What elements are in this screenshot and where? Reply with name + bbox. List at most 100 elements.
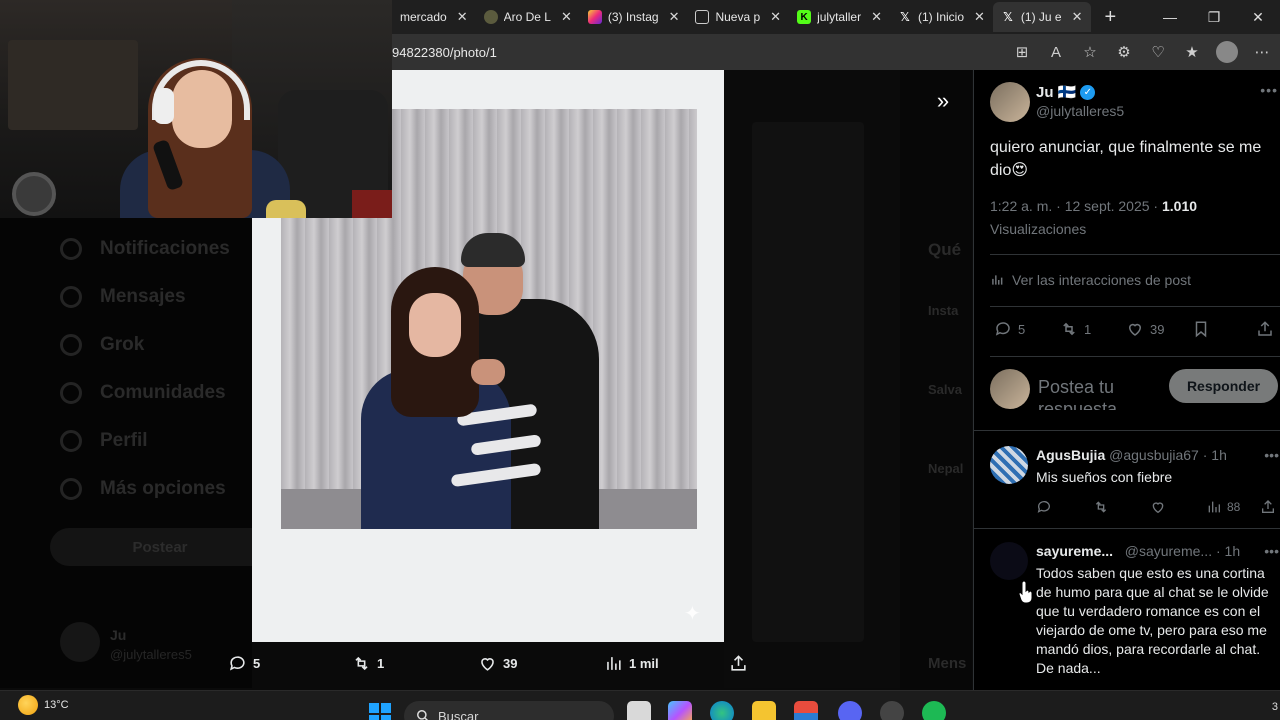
- minimize-icon[interactable]: —: [1148, 0, 1192, 34]
- photo-share-button[interactable]: [729, 654, 748, 673]
- my-avatar: [990, 369, 1030, 409]
- tweet-text: quiero anunciar, que finalmente se me di…: [990, 139, 1262, 179]
- reply-reply-button[interactable]: [1036, 499, 1052, 515]
- like-button[interactable]: 39: [1126, 320, 1164, 338]
- favorite-star-icon[interactable]: ☆: [1080, 42, 1100, 62]
- reply-share-button[interactable]: [1260, 499, 1276, 515]
- browser-essentials-icon[interactable]: ♡: [1148, 42, 1168, 62]
- views-icon: [607, 657, 621, 670]
- close-icon[interactable]: ✕: [1072, 9, 1083, 25]
- close-icon[interactable]: ✕: [561, 9, 572, 25]
- tab-aro[interactable]: Aro De L ✕: [476, 2, 580, 32]
- author-avatar[interactable]: [990, 82, 1030, 122]
- close-icon[interactable]: ✕: [457, 9, 468, 25]
- app-available-icon[interactable]: ⊞: [1012, 42, 1032, 62]
- start-button[interactable]: [369, 703, 391, 720]
- store-icon[interactable]: [794, 701, 818, 720]
- window-close-icon[interactable]: ✕: [1236, 0, 1280, 34]
- weather-widget[interactable]: 13°C: [18, 695, 69, 715]
- reply-author-name: AgusBujia: [1036, 447, 1106, 463]
- photo-repost-button[interactable]: 1: [352, 654, 384, 673]
- bg-user-name: Ju: [110, 627, 127, 643]
- more-menu-icon[interactable]: ⋯: [1252, 42, 1272, 62]
- author-name-row[interactable]: Ju 🇫🇮 ✓: [1036, 83, 1096, 101]
- maximize-icon[interactable]: ❐: [1192, 0, 1236, 34]
- more-options-icon[interactable]: •••: [1260, 82, 1278, 98]
- reply-input[interactable]: Postea tu respuesta: [1038, 376, 1158, 410]
- edge-icon[interactable]: [710, 701, 734, 720]
- tab-instagram[interactable]: (3) Instag ✕: [580, 2, 688, 32]
- favorites-icon[interactable]: ★: [1182, 42, 1202, 62]
- tweet-time: 1:22 a. m. · 12 sept. 2025 ·: [990, 198, 1162, 214]
- copilot-icon[interactable]: [668, 701, 692, 720]
- taskbar-corner-text: 3: [1271, 701, 1278, 713]
- photo-views-button[interactable]: 1 mil: [604, 654, 659, 673]
- browser-tab-strip: mercado ✕ Aro De L ✕ (3) Instag ✕ Nueva …: [392, 0, 1280, 34]
- close-icon[interactable]: ✕: [770, 9, 781, 25]
- like-count: 39: [1150, 321, 1165, 337]
- bg-nav-label: Mensajes: [100, 286, 186, 307]
- reply-button[interactable]: 5: [994, 320, 1025, 338]
- verified-badge-icon: ✓: [1080, 84, 1096, 100]
- windows-taskbar: 13°C Buscar 3: [0, 690, 1280, 720]
- tab-new-page[interactable]: Nueva p ✕: [687, 2, 789, 32]
- close-icon[interactable]: ✕: [974, 9, 985, 25]
- new-tab-icon[interactable]: +: [1105, 6, 1117, 29]
- bg-nav-label: Grok: [100, 334, 145, 355]
- more-options-icon[interactable]: •••: [1264, 447, 1279, 463]
- share-button[interactable]: [1256, 320, 1274, 338]
- task-view-icon[interactable]: [627, 701, 651, 720]
- reply-repost-button[interactable]: [1093, 499, 1109, 515]
- photo-like-count: 39: [503, 656, 518, 671]
- repost-button[interactable]: 1: [1060, 320, 1091, 338]
- profile-avatar[interactable]: [1216, 41, 1238, 63]
- obs-icon[interactable]: [880, 701, 904, 720]
- more-options-icon[interactable]: •••: [1264, 543, 1279, 559]
- spotify-icon[interactable]: [922, 701, 946, 720]
- author-handle[interactable]: @julytalleres5: [1036, 103, 1124, 119]
- close-icon[interactable]: ✕: [669, 9, 680, 25]
- extensions-icon[interactable]: ⚙: [1114, 42, 1134, 62]
- photo-reply-count: 5: [253, 656, 261, 671]
- tab-kick[interactable]: K julytaller ✕: [789, 2, 890, 32]
- tab-mercado[interactable]: mercado ✕: [392, 2, 476, 32]
- share-icon: [1258, 321, 1272, 336]
- respond-button[interactable]: Responder: [1169, 369, 1278, 403]
- bg-nav-profile: Perfil: [60, 430, 148, 452]
- views-label: Visualizaciones: [990, 221, 1087, 237]
- photo-view-count: 1 mil: [629, 656, 659, 671]
- reply-author-name: sayureme...: [1036, 543, 1114, 559]
- photo-like-button[interactable]: 39: [478, 654, 517, 673]
- file-explorer-icon[interactable]: [752, 701, 776, 720]
- taskbar-search[interactable]: Buscar: [404, 701, 614, 720]
- tab-x-post[interactable]: 𝕏 (1) Ju e ✕: [992, 2, 1091, 32]
- repost-icon: [355, 656, 368, 671]
- reply-avatar[interactable]: [990, 542, 1028, 580]
- reply-avatar[interactable]: [990, 446, 1028, 484]
- tab-label: Aro De L: [503, 10, 551, 24]
- view-interactions-link[interactable]: Ver las interacciones de post: [990, 272, 1191, 288]
- profile-icon: [60, 430, 82, 452]
- author-name: Ju 🇫🇮: [1036, 84, 1077, 101]
- webcam-hand: [266, 200, 306, 218]
- read-aloud-icon[interactable]: A: [1046, 42, 1066, 62]
- close-icon[interactable]: ✕: [871, 9, 882, 25]
- reply-like-button[interactable]: [1150, 499, 1166, 515]
- bg-nav-messages: Mensajes: [60, 286, 186, 308]
- tab-label: julytaller: [817, 10, 862, 24]
- temperature: 13°C: [44, 699, 69, 711]
- bookmark-button[interactable]: [1192, 320, 1210, 338]
- bg-nav-notifications: Notificaciones: [60, 238, 230, 260]
- expand-panel-icon[interactable]: »: [928, 86, 958, 116]
- reply-views-button[interactable]: 88: [1206, 499, 1240, 515]
- kick-icon: K: [797, 10, 812, 24]
- reply-icon: [995, 322, 1010, 336]
- reply-count: 5: [1018, 321, 1026, 337]
- reply-text: Mis sueños con fiebre: [1036, 469, 1173, 485]
- bell-icon: [60, 238, 82, 260]
- photo-reply-button[interactable]: 5: [228, 654, 260, 673]
- tab-x-home[interactable]: 𝕏 (1) Inicio ✕: [890, 2, 993, 32]
- url-field[interactable]: 94822380/photo/1: [392, 45, 497, 60]
- bg-nav-grok: Grok: [60, 334, 144, 356]
- discord-icon[interactable]: [838, 701, 862, 720]
